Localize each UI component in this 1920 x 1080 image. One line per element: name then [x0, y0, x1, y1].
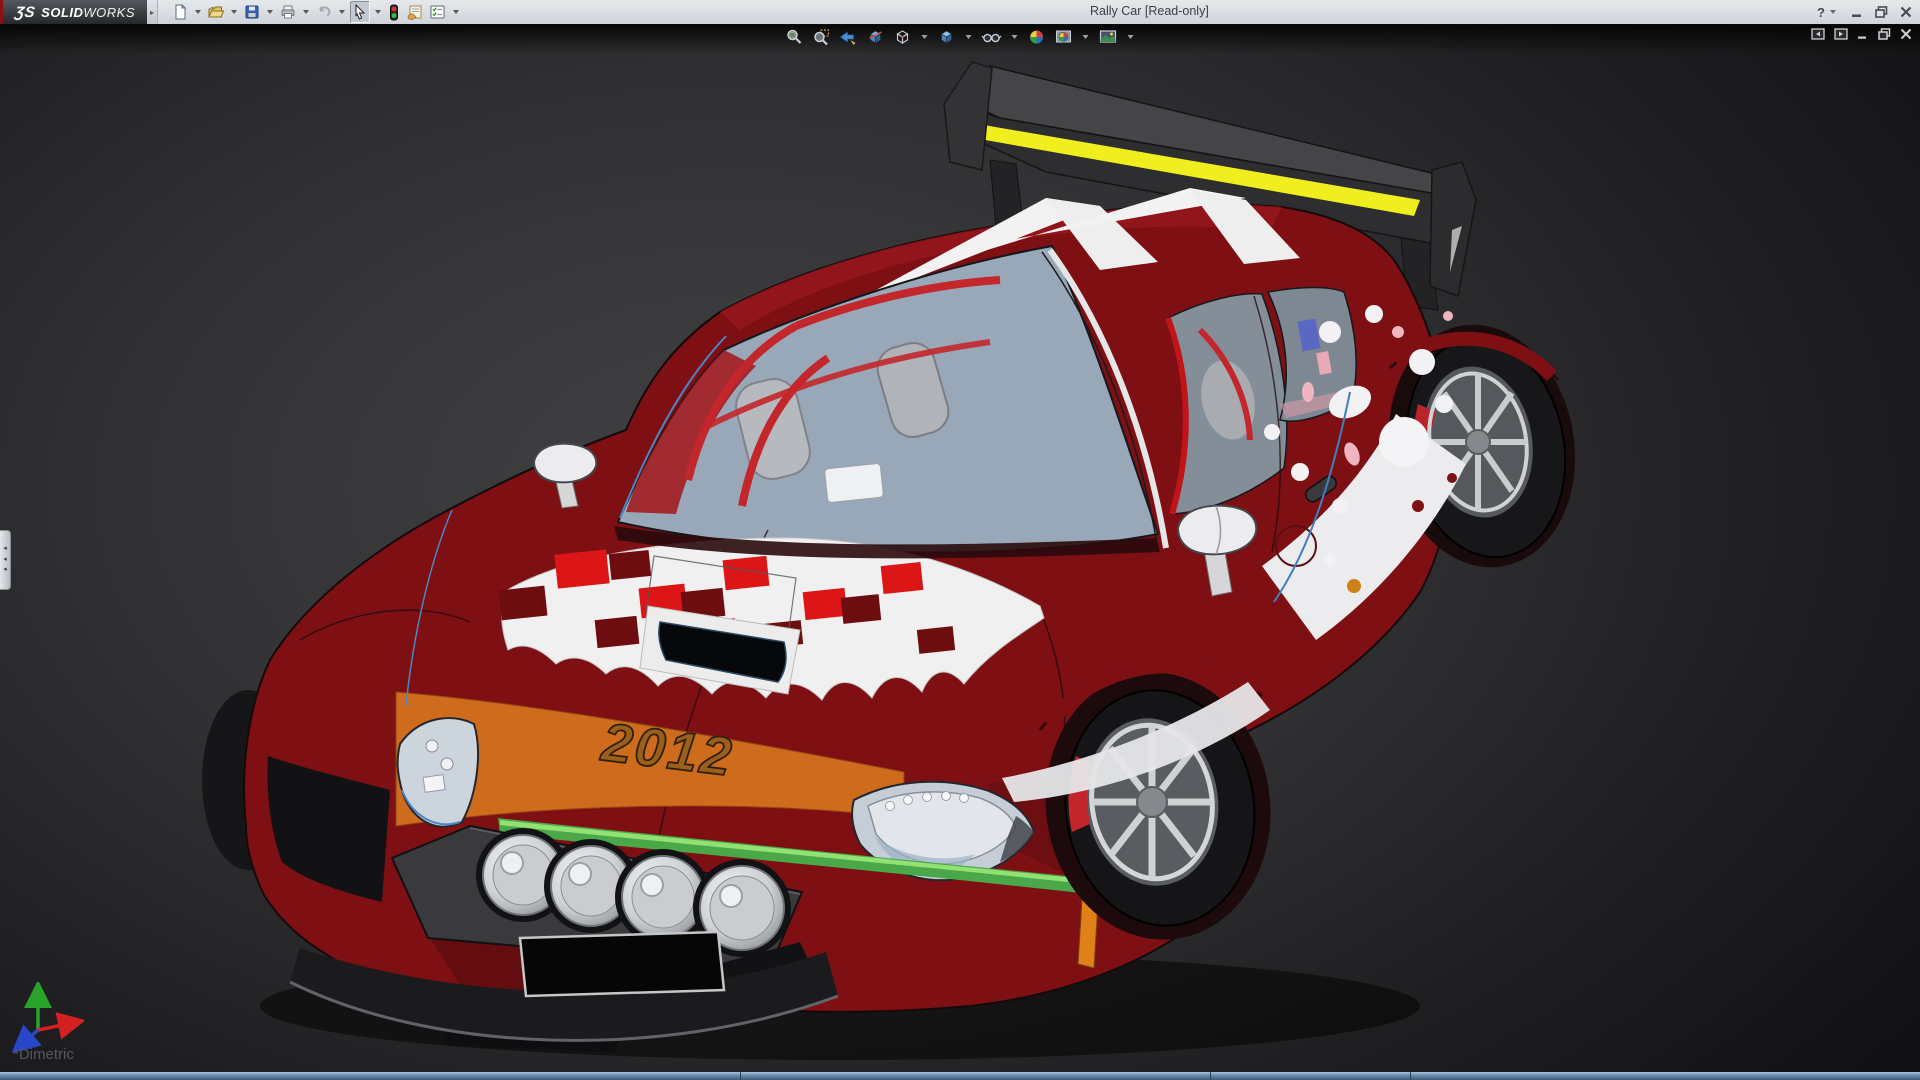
splitter-arrow-icon: ◂ [3, 544, 7, 555]
zoom-to-area-icon [813, 28, 831, 46]
pane-previous-icon[interactable] [1811, 28, 1825, 40]
heads-up-view-toolbar [784, 27, 1137, 47]
print-dropdown-caret[interactable] [303, 10, 309, 14]
document-title: Rally Car [Read-only] [1090, 4, 1209, 18]
menu-expand-arrow[interactable]: ▸ [147, 0, 158, 24]
options-button[interactable] [427, 2, 448, 22]
triad-z-axis [22, 1030, 38, 1044]
view-orientation-caret[interactable] [922, 35, 928, 39]
close-icon[interactable] [1900, 6, 1912, 18]
file-properties-icon [406, 4, 423, 20]
graphics-viewport[interactable]: ◂ ◂ ◂ [0, 24, 1920, 1080]
select-dropdown-caret[interactable] [375, 10, 381, 14]
window-controls: ? [1817, 0, 1912, 24]
reference-triad [12, 982, 84, 1054]
previous-view-icon [840, 28, 858, 46]
options-dropdown-caret[interactable] [453, 10, 459, 14]
undo-button[interactable] [314, 2, 334, 22]
triad-x-axis [38, 1023, 72, 1030]
view-settings-icon [1099, 28, 1118, 46]
splitter-arrow-icon: ◂ [3, 555, 7, 566]
solidworks-logo-glyph: ƷS [14, 4, 37, 21]
apply-scene-caret[interactable] [1083, 35, 1089, 39]
save-floppy-icon [244, 4, 260, 20]
edit-appearance-icon [1028, 28, 1046, 46]
status-separator [1210, 1072, 1211, 1080]
hide-show-items-button[interactable] [980, 27, 1004, 47]
rally-car-model[interactable]: 2012 [202, 62, 1594, 1060]
hide-show-items-caret[interactable] [1012, 35, 1018, 39]
zoom-to-fit-button[interactable] [784, 27, 806, 47]
previous-view-button[interactable] [838, 27, 860, 47]
view-settings-caret[interactable] [1128, 35, 1134, 39]
display-style-button[interactable] [936, 27, 958, 47]
pane-next-icon[interactable] [1834, 28, 1848, 40]
status-bar [0, 1072, 1920, 1080]
brand-text-bold: SOLID [41, 5, 83, 20]
section-view-icon [867, 28, 885, 46]
status-separator [1410, 1072, 1411, 1080]
apply-scene-icon [1055, 28, 1073, 46]
document-restore-icon[interactable] [1878, 28, 1891, 40]
save-dropdown-caret[interactable] [267, 10, 273, 14]
apply-scene-button[interactable] [1053, 27, 1075, 47]
restore-icon[interactable] [1875, 6, 1888, 18]
open-folder-icon [208, 4, 224, 20]
print-icon [280, 4, 296, 20]
help-dropdown-caret[interactable] [1830, 10, 1836, 14]
file-properties-button[interactable] [404, 2, 425, 22]
app-titlebar: ƷS SOLIDWORKS ▸ [0, 0, 1920, 25]
hide-show-items-icon [982, 28, 1002, 46]
new-document-button[interactable] [170, 2, 190, 22]
display-style-caret[interactable] [966, 35, 972, 39]
view-orientation-button[interactable] [892, 27, 914, 47]
brand-accent-strip [0, 0, 3, 24]
display-style-icon [938, 28, 956, 46]
model-canvas[interactable]: 2012 [0, 24, 1920, 1080]
select-button[interactable] [350, 1, 370, 23]
license-plate [520, 932, 724, 996]
options-checklist-icon [429, 4, 446, 20]
open-button[interactable] [206, 2, 226, 22]
zoom-to-fit-icon [786, 28, 804, 46]
minimize-icon[interactable] [1851, 6, 1863, 18]
solidworks-logo: ƷS SOLIDWORKS [3, 0, 147, 24]
save-button[interactable] [242, 2, 262, 22]
edit-appearance-button[interactable] [1026, 27, 1048, 47]
section-view-button[interactable] [865, 27, 887, 47]
document-minimize-icon[interactable] [1857, 28, 1869, 40]
document-close-icon[interactable] [1900, 28, 1912, 40]
undo-arrow-icon [316, 4, 332, 20]
print-button[interactable] [278, 2, 298, 22]
view-settings-button[interactable] [1097, 27, 1120, 47]
standard-toolbar [170, 1, 462, 23]
view-orientation-label: *Dimetric [13, 1046, 74, 1063]
brand-text-light: WORKS [83, 5, 135, 20]
rebuild-traffic-light-icon [388, 4, 400, 21]
undo-dropdown-caret[interactable] [339, 10, 345, 14]
feature-tree-splitter-tab[interactable]: ◂ ◂ ◂ [0, 530, 11, 590]
select-cursor-icon [353, 4, 367, 20]
view-orientation-icon [894, 28, 912, 46]
new-dropdown-caret[interactable] [195, 10, 201, 14]
new-document-icon [172, 4, 188, 20]
splitter-arrow-icon: ◂ [3, 565, 7, 576]
help-button[interactable]: ? [1817, 6, 1825, 19]
status-separator [740, 1072, 741, 1080]
rebuild-button[interactable] [386, 2, 402, 22]
open-dropdown-caret[interactable] [231, 10, 237, 14]
document-window-controls [1811, 28, 1912, 40]
zoom-to-area-button[interactable] [811, 27, 833, 47]
